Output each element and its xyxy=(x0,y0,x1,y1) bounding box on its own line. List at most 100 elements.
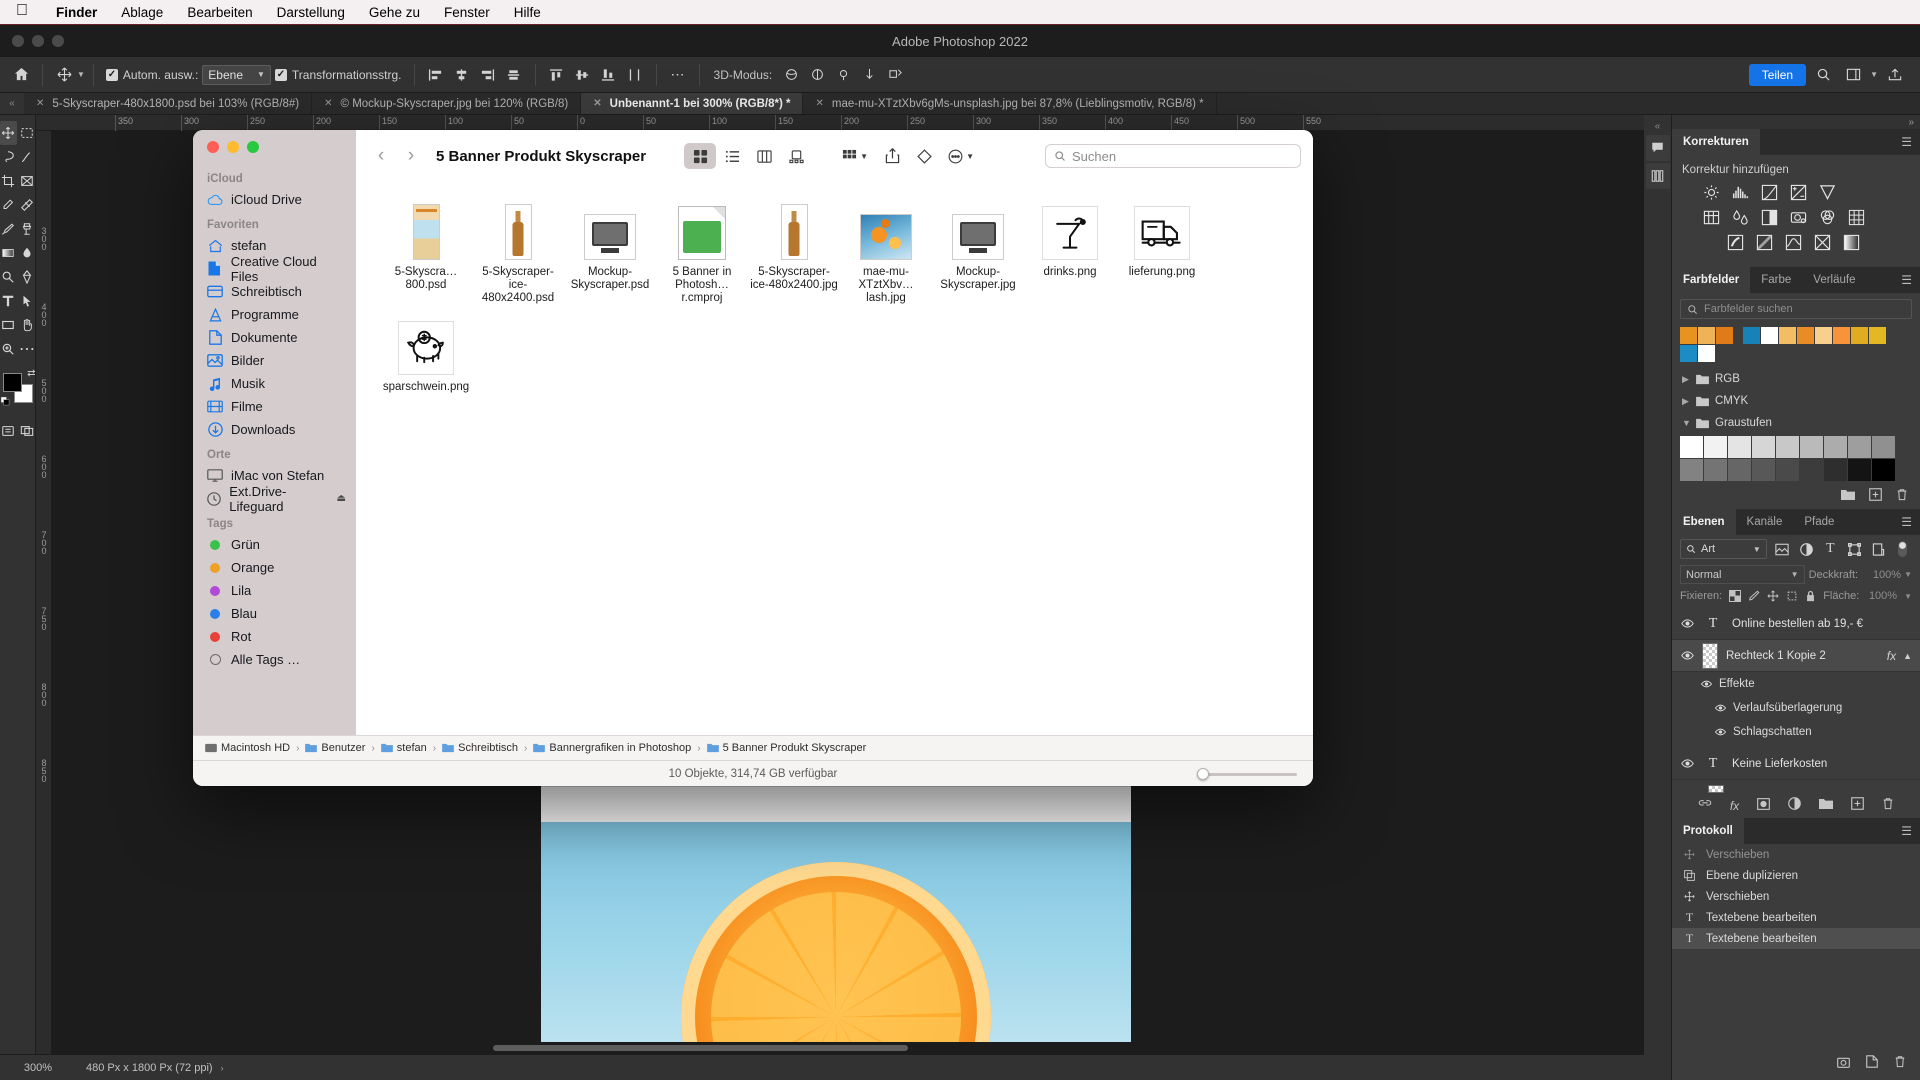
menu-item-hilfe[interactable]: Hilfe xyxy=(502,5,553,20)
opacity-value[interactable]: 100% xyxy=(1861,569,1901,581)
layer-filter-kind-dropdown[interactable]: Art ▼ xyxy=(1680,539,1767,559)
sidebar-item-ext-drive-lifeguard[interactable]: Ext.Drive-Lifeguard ⏏ xyxy=(193,484,356,514)
layer-row-rechteck-1-kopie-2[interactable]: Rechteck 1 Kopie 2 fx ▲ xyxy=(1672,640,1920,672)
sidebar-item-tag-blau[interactable]: Blau xyxy=(193,602,356,625)
layer-visibility-icon[interactable] xyxy=(1680,759,1694,768)
history-item-1[interactable]: Ebene duplizieren xyxy=(1672,865,1920,886)
new-document-icon[interactable] xyxy=(1866,1055,1878,1073)
align-left-edges-icon[interactable] xyxy=(423,62,449,88)
filter-smart-icon[interactable] xyxy=(1870,540,1888,559)
gradient-tool-icon[interactable] xyxy=(0,241,17,265)
eyedropper-tool-icon[interactable] xyxy=(0,193,17,217)
finder-window[interactable]: iCloud iCloud Drive Favoriten stefan Cre… xyxy=(193,130,1313,786)
snapshot-icon[interactable] xyxy=(1837,1055,1850,1073)
file-item[interactable]: drinks.png xyxy=(1024,200,1116,315)
channel-mixer-icon[interactable] xyxy=(1816,207,1838,227)
more-tools-icon[interactable]: ⋯ xyxy=(19,337,36,361)
path-item-stefan[interactable]: stefan xyxy=(380,742,427,754)
tab-verlaeufe[interactable]: Verläufe xyxy=(1802,267,1866,293)
hand-tool-icon[interactable] xyxy=(19,313,36,337)
tab-farbe[interactable]: Farbe xyxy=(1750,267,1802,293)
menu-item-fenster[interactable]: Fenster xyxy=(432,5,502,20)
document-tab-1[interactable]: ✕ © Mockup-Skyscraper.jpg bei 120% (RGB/… xyxy=(312,93,582,114)
three-d-pan-icon[interactable] xyxy=(830,62,856,88)
filter-adjustment-icon[interactable] xyxy=(1797,540,1815,559)
align-bottom-edges-icon[interactable] xyxy=(596,62,622,88)
sidebar-item-musik[interactable]: Musik xyxy=(193,372,356,395)
new-swatch-icon[interactable] xyxy=(1869,488,1882,506)
panel-menu-icon[interactable]: ☰ xyxy=(1893,818,1920,844)
color-swatch[interactable] xyxy=(1833,327,1850,344)
align-vertical-centers-icon[interactable] xyxy=(570,62,596,88)
chevron-left-icon[interactable]: ‹ xyxy=(366,145,396,167)
file-item[interactable]: 5-Skyscraper-ice-480x2400.jpg xyxy=(748,200,840,315)
color-swatch[interactable] xyxy=(1869,327,1886,344)
align-center-icon[interactable] xyxy=(501,62,527,88)
opacity-control[interactable]: Deckkraft: 100% ▼ xyxy=(1809,569,1912,581)
tab-farbfelder[interactable]: Farbfelder xyxy=(1672,267,1751,293)
layer-style-icon[interactable]: fx xyxy=(1730,799,1739,813)
dodge-tool-icon[interactable] xyxy=(0,265,17,289)
photoshop-window-controls[interactable] xyxy=(0,35,64,47)
collapse-dock-icon[interactable]: « xyxy=(1655,119,1661,133)
move-tool-icon[interactable] xyxy=(0,121,17,145)
zoom-button[interactable] xyxy=(247,141,259,153)
threshold-icon[interactable] xyxy=(1782,232,1804,252)
path-item-current-folder[interactable]: 5 Banner Produkt Skyscraper xyxy=(706,742,866,754)
chevron-down-icon[interactable]: ▼ xyxy=(1870,70,1878,79)
black-white-icon[interactable] xyxy=(1758,207,1780,227)
menu-item-gehe-zu[interactable]: Gehe zu xyxy=(357,5,432,20)
lock-artboard-icon[interactable] xyxy=(1786,589,1798,603)
panel-menu-icon[interactable]: ☰ xyxy=(1893,267,1920,293)
lock-image-icon[interactable] xyxy=(1748,589,1760,603)
swatch-search-input[interactable]: Farbfelder suchen xyxy=(1680,299,1912,319)
posterize-icon[interactable] xyxy=(1753,232,1775,252)
file-item[interactable]: 5-Skyscra…800.psd xyxy=(380,200,472,315)
color-swatch[interactable] xyxy=(1743,327,1760,344)
layer-effects-header[interactable]: Effekte xyxy=(1700,672,1920,696)
ellipsis-circle-icon[interactable]: ▼ xyxy=(940,143,982,169)
grayscale-swatch[interactable] xyxy=(1800,459,1823,481)
delete-icon[interactable] xyxy=(1896,488,1908,506)
chevron-down-icon[interactable]: ▼ xyxy=(1904,592,1912,601)
color-swatch[interactable] xyxy=(1698,327,1715,344)
file-item[interactable]: 5-Skyscraper-ice-480x2400.psd xyxy=(472,200,564,315)
grayscale-swatch[interactable] xyxy=(1872,459,1895,481)
selective-color-icon[interactable] xyxy=(1840,232,1862,252)
chevron-right-icon[interactable]: › xyxy=(396,145,426,167)
exposure-icon[interactable] xyxy=(1787,182,1809,202)
sidebar-item-tag-rot[interactable]: Rot xyxy=(193,625,356,648)
finder-file-grid[interactable]: 5-Skyscra…800.psd 5-Skyscraper-ice-480x2… xyxy=(356,182,1313,735)
color-balance-icon[interactable] xyxy=(1729,207,1751,227)
sidebar-item-creative-cloud-files[interactable]: Creative Cloud Files xyxy=(193,254,356,284)
collapse-panels-left-icon[interactable]: « xyxy=(0,93,24,114)
scrollbar-thumb[interactable] xyxy=(493,1045,908,1051)
swatch-folder-graustufen[interactable]: ▼ Graustufen xyxy=(1672,412,1920,434)
grayscale-swatch[interactable] xyxy=(1728,459,1751,481)
align-top-edges-icon[interactable] xyxy=(544,62,570,88)
new-folder-icon[interactable] xyxy=(1841,488,1855,506)
lock-position-icon[interactable] xyxy=(1767,589,1779,603)
icon-size-slider[interactable] xyxy=(1197,767,1297,780)
layer-visibility-icon[interactable] xyxy=(1680,619,1694,628)
filter-type-icon[interactable]: T xyxy=(1821,540,1839,559)
effect-visibility-icon[interactable] xyxy=(1714,728,1726,736)
comments-panel-icon[interactable] xyxy=(1645,135,1670,161)
hue-saturation-icon[interactable] xyxy=(1700,207,1722,227)
ps-minimize-button[interactable] xyxy=(32,35,44,47)
document-tab-2[interactable]: ✕ Unbenannt-1 bei 300% (RGB/8*) * xyxy=(581,93,804,114)
eject-icon[interactable]: ⏏ xyxy=(337,493,346,504)
lasso-tool-icon[interactable] xyxy=(0,145,17,169)
blend-mode-dropdown[interactable]: Normal ▼ xyxy=(1680,565,1805,584)
color-swatch[interactable] xyxy=(1761,327,1778,344)
invert-icon[interactable] xyxy=(1724,232,1746,252)
menu-item-darstellung[interactable]: Darstellung xyxy=(265,5,357,20)
grayscale-swatch[interactable] xyxy=(1680,436,1703,458)
libraries-panel-icon[interactable] xyxy=(1645,163,1670,189)
grayscale-swatch[interactable] xyxy=(1680,459,1703,481)
new-layer-icon[interactable] xyxy=(1851,797,1864,815)
swatch-folder-cmyk[interactable]: ▶ CMYK xyxy=(1672,390,1920,412)
default-colors-icon[interactable] xyxy=(0,397,10,406)
grayscale-swatch[interactable] xyxy=(1704,459,1727,481)
shape-tool-icon[interactable] xyxy=(0,313,17,337)
